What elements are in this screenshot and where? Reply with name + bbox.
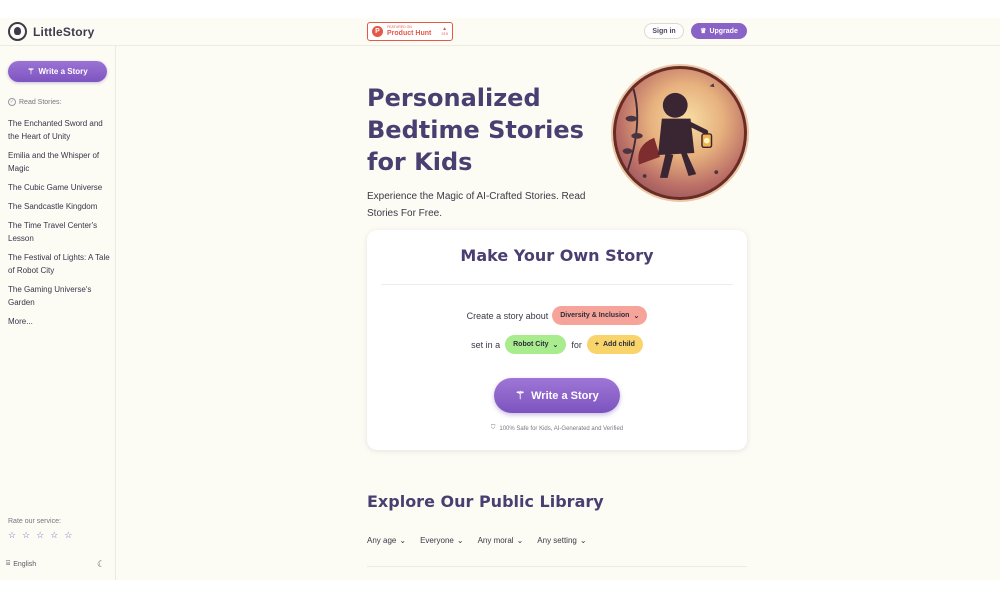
magic-wand-icon: ⚚ [27,67,35,76]
story-link[interactable]: The Festival of Lights: A Tale of Robot … [8,251,112,277]
chevron-down-icon: ⌄ [579,536,587,545]
upgrade-button[interactable]: ♛ Upgrade [691,23,747,39]
app-window: LittleStory P Featured on Product Hunt ▲… [0,18,1000,580]
library-title: Explore Our Public Library [367,492,604,511]
language-label: English [13,560,37,568]
product-hunt-badge[interactable]: P Featured on Product Hunt ▲ 219 [367,22,453,41]
setting-dropdown-value: Robot City [513,341,549,348]
top-bar: LittleStory P Featured on Product Hunt ▲… [0,18,1000,46]
hero-subtitle: Experience the Magic of AI-Crafted Stori… [367,191,586,219]
topic-prefix-label: Create a story about [466,310,549,321]
story-link[interactable]: The Enchanted Sword and the Heart of Uni… [8,117,112,143]
theme-dropdown-value: Diversity & Inclusion [560,312,630,319]
divider [381,284,733,285]
language-selector[interactable]: ⌸ English [6,560,36,568]
theme-dropdown[interactable]: Diversity & Inclusion ⌄ [552,306,648,325]
product-hunt-icon: P [372,26,383,37]
add-child-label: Add child [603,341,635,348]
logo[interactable]: LittleStory [8,22,95,41]
moon-icon[interactable]: ☾ [97,559,105,570]
chevron-down-icon: ⌄ [399,536,407,545]
read-stories-list: The Enchanted Sword and the Heart of Uni… [8,117,112,334]
chevron-down-icon: ⌄ [456,536,464,545]
star-icon[interactable]: ☆ [50,530,58,541]
sign-in-button[interactable]: Sign in [644,23,684,39]
hero-title: Personalized Bedtime Stories for Kids [367,84,584,176]
write-story-button[interactable]: ⚚ Write a Story [494,378,620,413]
child-with-lantern-illustration [622,83,719,183]
check-circle-icon: ✓ [8,98,16,106]
read-stories-heading: ✓ Read Stories: [8,98,62,106]
story-link[interactable]: The Gaming Universe's Garden [8,283,112,309]
story-link[interactable]: The Sandcastle Kingdom [8,200,112,213]
chevron-down-icon: ⌄ [633,312,640,320]
chevron-down-icon: ⌄ [516,536,524,545]
story-setting-row: set in a Robot City ⌄ for + Add child [367,335,747,354]
more-stories-link[interactable]: More... [8,315,112,328]
sidebar-write-story-label: Write a Story [38,67,88,76]
story-link[interactable]: The Cubic Game Universe [8,181,112,194]
story-builder-card: Make Your Own Story Create a story about… [367,230,747,450]
moral-filter[interactable]: Any moral ⌄ [478,536,524,545]
rating-stars: ☆ ☆ ☆ ☆ ☆ [8,530,72,541]
hero-illustration [613,66,747,200]
setting-prefix-label: set in a [471,339,501,350]
translate-icon: ⌸ [6,560,11,567]
setting-filter[interactable]: Any setting ⌄ [537,536,586,545]
story-topic-row: Create a story about Diversity & Inclusi… [367,306,747,325]
crown-icon: ♛ [700,28,707,35]
add-child-button[interactable]: + Add child [586,335,643,354]
story-link[interactable]: Emilia and the Whisper of Magic [8,149,112,175]
safety-note: ⛉ 100% Safe for Kids, AI-Generated and V… [490,425,624,432]
star-icon[interactable]: ☆ [22,530,30,541]
star-icon[interactable]: ☆ [8,530,16,541]
child-face-icon [8,22,27,41]
rate-service-label: Rate our service: [8,518,61,525]
star-icon[interactable]: ☆ [64,530,72,541]
shield-icon: ⛉ [490,425,496,431]
for-label: for [571,339,582,350]
sidebar-write-story-button[interactable]: ⚚ Write a Story [8,61,107,82]
story-link[interactable]: The Time Travel Center's Lesson [8,219,112,245]
chevron-down-icon: ⌄ [552,341,559,349]
setting-dropdown[interactable]: Robot City ⌄ [505,335,567,354]
plus-icon: + [594,341,599,348]
audience-filter[interactable]: Everyone ⌄ [420,536,464,545]
product-hunt-votes: 219 [441,31,448,36]
age-filter[interactable]: Any age ⌄ [367,536,406,545]
logo-text: LittleStory [33,24,95,39]
product-hunt-name: Product Hunt [387,29,432,37]
magic-wand-icon: ⚚ [515,390,526,402]
write-story-button-label: Write a Story [531,389,599,402]
star-icon[interactable]: ☆ [36,530,44,541]
library-filters: Any age ⌄ Everyone ⌄ Any moral ⌄ Any set… [367,536,587,545]
upgrade-button-label: Upgrade [709,27,738,35]
divider [367,566,747,567]
sidebar: ⚚ Write a Story ✓ Read Stories: The Ench… [0,46,116,580]
story-builder-title: Make Your Own Story [460,246,654,265]
